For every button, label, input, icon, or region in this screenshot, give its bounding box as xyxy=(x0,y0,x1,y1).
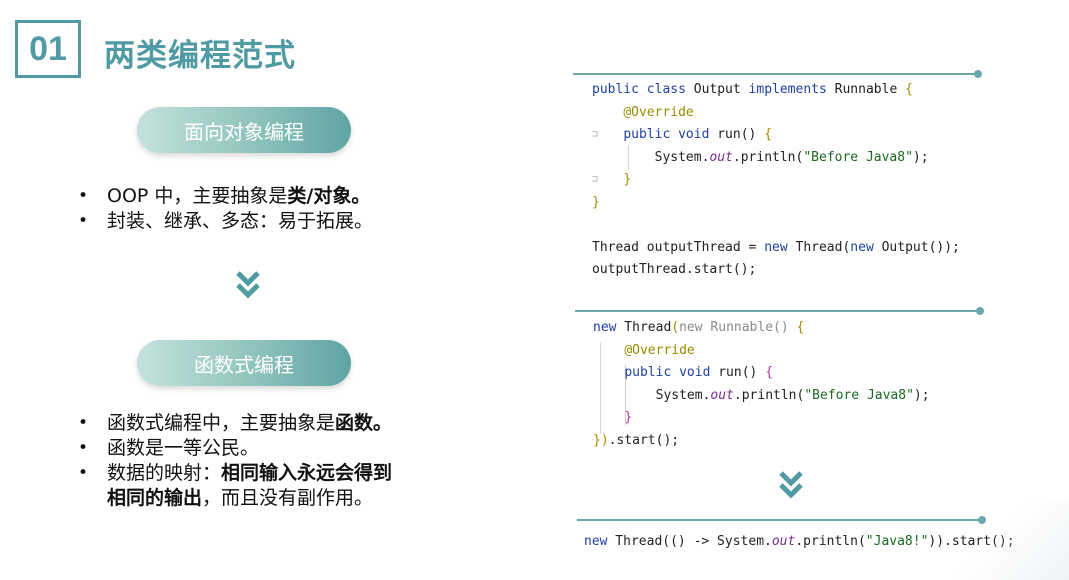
oop-bullet-1: OOP 中，主要抽象是类/对象。 xyxy=(78,184,373,209)
code-line: System.out.println("Before Java8"); xyxy=(592,149,929,165)
fp-bullet-1: 函数式编程中，主要抽象是函数。 xyxy=(78,411,392,436)
double-chevron-down-icon xyxy=(779,471,803,499)
code-line: outputThread.start(); xyxy=(592,262,757,277)
fp-pill: 函数式编程 xyxy=(137,340,351,386)
code-line: } xyxy=(592,194,600,210)
code-line: public void run() { xyxy=(624,365,774,380)
code-line: public class Output implements Runnable … xyxy=(592,82,913,97)
fp-bullet-2: 函数是一等公民。 xyxy=(78,436,392,461)
oop-bullets: OOP 中，主要抽象是类/对象。 封装、继承、多态：易于拓展。 xyxy=(78,184,373,234)
divider-rule xyxy=(577,516,986,524)
code-line: new Thread(new Runnable() { xyxy=(593,320,805,335)
page-title: 两类编程范式 xyxy=(104,38,296,74)
fp-bullets: 函数式编程中，主要抽象是函数。 函数是一等公民。 数据的映射：相同输入永远会得到… xyxy=(78,411,392,511)
code-line: } xyxy=(624,410,633,425)
code-line: public void run() { xyxy=(623,127,773,142)
oop-bullet-2: 封装、继承、多态：易于拓展。 xyxy=(78,209,373,234)
code-line: Thread outputThread = new Thread(new Out… xyxy=(592,239,960,255)
oop-pill: 面向对象编程 xyxy=(137,107,351,153)
code-line: }).start(); xyxy=(593,432,680,448)
divider-rule xyxy=(573,70,982,78)
code-line: } xyxy=(623,172,632,187)
code-block-anonymous-class: new Thread(new Runnable() { @Override pu… xyxy=(593,317,930,452)
code-line: System.out.println("Before Java8"); xyxy=(593,387,930,403)
divider-rule xyxy=(575,307,984,315)
section-number: 01 xyxy=(15,20,81,78)
code-line: @Override xyxy=(623,104,694,120)
double-chevron-down-icon xyxy=(236,271,260,299)
decorative-corner xyxy=(949,500,1069,580)
code-line: @Override xyxy=(624,342,695,358)
fp-bullet-3: 数据的映射：相同输入永远会得到相同的输出，而且没有副作用。 xyxy=(78,461,392,511)
code-block-old-style: public class Output implements Runnable … xyxy=(592,79,960,282)
